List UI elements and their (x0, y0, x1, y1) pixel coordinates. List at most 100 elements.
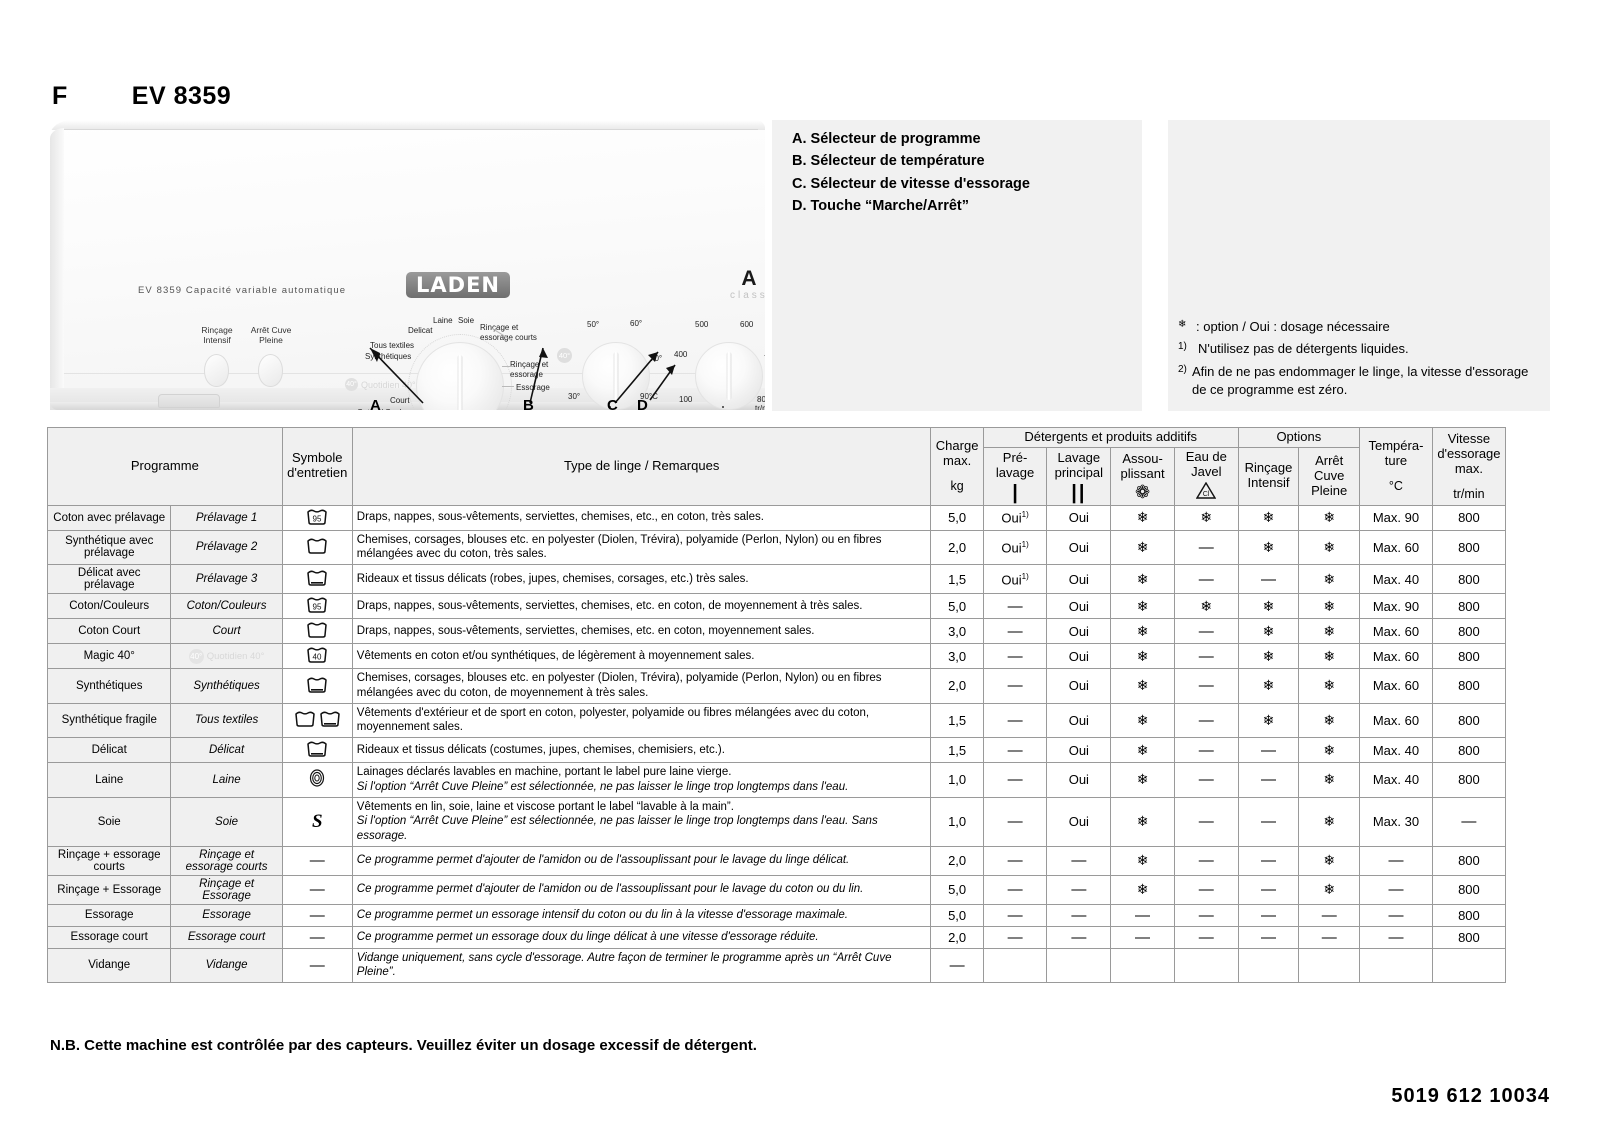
cell-arret-cuve-pleine: ❄ (1298, 618, 1361, 645)
program-table-body: Coton avec prélavage Prélavage 1 95 Draps, … (46, 504, 1507, 984)
legend-item-d: D. Touche “Marche/Arrêt” (792, 198, 969, 215)
cell-temperature: Max. 60 (1359, 668, 1433, 704)
cell-description: Draps, nappes, sous-vêtements, serviette… (351, 504, 932, 531)
knob-label-tous-textiles: Tous textiles (370, 341, 415, 350)
knob-label-quotidien-40: 40° Quotidien 40° (345, 378, 416, 391)
cell-eau-de-javel: — (1173, 796, 1239, 847)
cell-assouplissant: ❄ (1110, 593, 1175, 620)
cell-lavage-principal (1046, 947, 1112, 984)
cell-temperature: Max. 60 (1359, 529, 1433, 566)
cell-temperature: Max. 60 (1359, 618, 1433, 645)
cell-charge: 3,0 (930, 643, 984, 670)
th-lavage-principal-text: Lavage principal (1054, 450, 1104, 481)
svg-text:95: 95 (313, 603, 322, 612)
table-row: Essorage Essorage — Ce programme permet un … (46, 903, 1507, 927)
cell-description: Draps, nappes, sous-vêtements, serviette… (351, 593, 932, 620)
cell-programme-display: 40° Quotidien 40° (170, 643, 283, 670)
th-eau-de-javel: Eau de Javel Cl (1173, 446, 1239, 506)
cell-programme-display: Soie (170, 796, 283, 847)
spin-label-700: 700 (764, 354, 765, 363)
cell-arret-cuve-pleine: ❄ (1298, 529, 1361, 566)
cell-description: Ce programme permet un essorage intensif… (351, 903, 932, 927)
cell-vitesse: 800 (1431, 762, 1507, 798)
washing-machine-illustration: EV 8359 Capacité variable automatique LA… (50, 120, 765, 410)
footnote-1: 1) N'utilisez pas de détergents liquides… (1178, 340, 1538, 358)
th-assouplissant: Assou-plissant ❁ (1110, 446, 1175, 506)
arret-cuve-pleine-button[interactable] (258, 354, 283, 387)
knob-label-court: Court (390, 396, 410, 405)
knob-label-soie: Soie (458, 316, 475, 325)
cell-care-symbol: S (281, 796, 353, 847)
cell-eau-de-javel: — (1173, 925, 1239, 949)
cell-lavage-principal: Oui (1046, 702, 1112, 739)
cell-temperature: Max. 40 (1359, 762, 1433, 798)
footnote-2-marker: 2) (1178, 363, 1187, 375)
footnote-1-marker: 1) (1178, 341, 1187, 353)
th-charge-unit: kg (950, 479, 964, 494)
footnotes-block: ❄ : option / Oui : dosage nécessaire 1) … (1178, 318, 1538, 404)
callout-c: C (607, 397, 618, 414)
spin-speed-selector-knob[interactable] (695, 342, 763, 410)
cell-vitesse: — (1431, 796, 1507, 847)
cell-care-symbol: — (281, 874, 353, 905)
cell-description: Chemises, corsages, blouses etc. en poly… (351, 668, 932, 704)
cell-prelavage: — (982, 845, 1048, 876)
th-rincage-intensif: Rinçage Intensif (1237, 446, 1300, 506)
svg-text:Cl: Cl (1203, 491, 1210, 498)
cell-vitesse: 800 (1431, 618, 1507, 645)
cell-vitesse: 800 (1431, 643, 1507, 670)
th-vitesse-text: Vitesse d'essorage max. (1437, 430, 1501, 476)
cell-care-symbol (281, 702, 353, 739)
th-prelavage: Pré-lavage | (982, 446, 1048, 506)
cell-arret-cuve-pleine: ❄ (1298, 874, 1361, 905)
cell-temperature: Max. 40 (1359, 564, 1433, 595)
table-header-row-1: Programme Symbole d'entretien Type de li… (47, 427, 1507, 506)
knob-label-rincage-essorage: Rinçage et essorage (510, 360, 549, 379)
cell-programme: Rinçage + essorage courts (46, 845, 172, 876)
cell-programme: Délicat avec prélavage (46, 564, 172, 595)
cell-programme-display: Prélavage 2 (170, 529, 283, 566)
th-temperature-unit: °C (1388, 479, 1403, 494)
snowflake-icon: ❄ (1178, 319, 1187, 330)
cell-vitesse: 800 (1431, 737, 1507, 764)
svg-text:95: 95 (313, 514, 322, 523)
illustration-band: EV 8359 Capacité variable automatique LA… (50, 120, 1550, 415)
table-row: Synthétique avec prélavage Prélavage 2 Che… (46, 529, 1507, 566)
cell-programme: Magic 40° (46, 643, 172, 670)
bleach-triangle-icon: Cl (1179, 481, 1234, 503)
cell-assouplissant: ❄ (1110, 529, 1175, 566)
magic40-icon: 40° (345, 378, 358, 391)
th-lavage-principal: Lavage principal || (1046, 446, 1112, 506)
detergent-drawer[interactable] (158, 394, 220, 408)
th-eau-de-javel-text: Eau de Javel (1185, 448, 1227, 479)
cell-lavage-principal: — (1046, 903, 1112, 927)
cell-description: Vêtements d'extérieur et de sport en cot… (351, 702, 932, 739)
cell-assouplissant: — (1110, 925, 1175, 949)
arret-cuve-line1: Arrêt Cuve (250, 325, 292, 335)
th-prelavage-text: Pré-lavage (995, 450, 1035, 481)
rincage-intensif-button[interactable] (204, 354, 229, 387)
cell-programme-display: Essorage court (170, 925, 283, 949)
th-type-linge: Type de linge / Remarques (351, 427, 932, 506)
cell-description: Ce programme permet un essorage doux du … (351, 925, 932, 949)
cell-arret-cuve-pleine: ❄ (1298, 593, 1361, 620)
cell-vitesse: 800 (1431, 874, 1507, 905)
cell-arret-cuve-pleine: ❄ (1298, 564, 1361, 595)
cell-description: Rideaux et tissus délicats (costumes, ju… (351, 737, 932, 764)
cell-programme-display: Synthétiques (170, 668, 283, 704)
th-vitesse-unit: tr/min (1453, 486, 1485, 501)
cell-arret-cuve-pleine: — (1298, 925, 1361, 949)
th-vitesse: Vitesse d'essorage max. tr/min (1431, 427, 1507, 506)
cell-eau-de-javel: — (1173, 762, 1239, 798)
cell-arret-cuve-pleine: ❄ (1298, 796, 1361, 847)
cell-description: Lainages déclarés lavables en machine, p… (351, 762, 932, 798)
cell-temperature (1359, 947, 1433, 984)
cell-charge: 1,5 (930, 564, 984, 595)
machine-top-edge (58, 129, 758, 130)
machine-model-text: EV 8359 Capacité variable automatique (138, 285, 347, 296)
callout-a: A (370, 397, 381, 414)
single-bar-icon: | (1012, 482, 1018, 505)
footnote-2: 2) Afin de ne pas endommager le linge, l… (1178, 363, 1538, 400)
legend-item-b: B. Sélecteur de température (792, 153, 985, 170)
th-detergents: Détergents et produits additifs (982, 427, 1239, 448)
